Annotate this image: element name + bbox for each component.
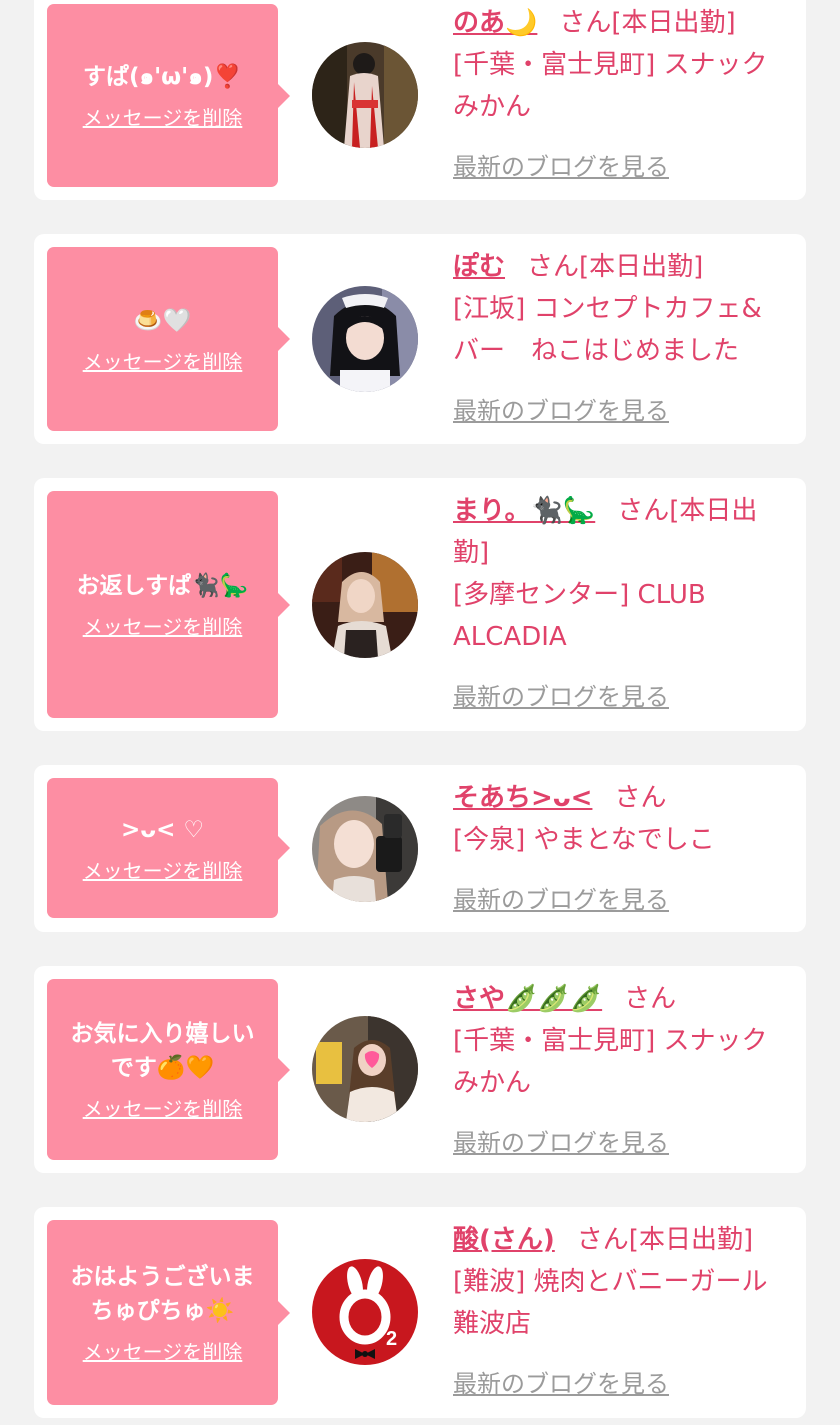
favorite-card: お返しすぱ🐈‍⬛🦕 メッセージを削除 まり。🐈‍⬛🦕 さん[本日出 勤] [多摩セ… [34, 478, 806, 731]
honorific: さん [624, 984, 677, 1014]
shop-line: [難波] 焼肉とバニーガール [453, 1267, 768, 1297]
shop-line: [多摩センター] CLUB [453, 580, 706, 610]
svg-text:2: 2 [386, 1328, 397, 1350]
latest-blog-link[interactable]: 最新のブログを見る [453, 1122, 669, 1164]
favorite-card: 🍮🤍 メッセージを削除 ぽむ さん[本日出勤] [江坂] コンセプトカフェ& バー… [34, 234, 806, 444]
delete-message-link[interactable]: メッセージを削除 [83, 611, 243, 640]
avatar[interactable] [312, 552, 418, 658]
honorific: さん [559, 8, 612, 38]
avatar-photo-kimono [312, 42, 418, 148]
shop-line: ALCADIA [453, 622, 567, 652]
message-bubble: すぱ(๑'ω'๑)❣️ メッセージを削除 [47, 4, 290, 187]
status-label: [本日出勤] [611, 8, 736, 38]
message-text: すぱ(๑'ω'๑)❣️ [83, 64, 242, 90]
status-label: [本日出勤] [579, 252, 704, 282]
delete-message-link[interactable]: メッセージを削除 [83, 1336, 243, 1365]
cast-name-link[interactable]: ぽむ [453, 252, 505, 282]
shop-line: みかん [453, 92, 532, 122]
latest-blog-link[interactable]: 最新のブログを見る [453, 879, 669, 921]
avatar-photo-maid [312, 286, 418, 392]
message-text: 🍮🤍 [133, 307, 192, 334]
honorific: さん [617, 496, 670, 526]
favorite-card: すぱ(๑'ω'๑)❣️ メッセージを削除 のあ🌙 さん[本日出勤] [千葉・富士見… [34, 0, 806, 200]
shop-line: [今泉] やまとなでしこ [453, 825, 715, 855]
favorite-card: おはようございま ちゅぴちゅ☀️ メッセージを削除 2 酸(さん) さん[本日出勤… [34, 1207, 806, 1418]
avatar-photo-mirror [312, 1016, 418, 1122]
cast-name-link[interactable]: さや🫛🫛🫛 [453, 984, 602, 1014]
shop-line: バー ねこはじめました [453, 336, 740, 366]
message-bubble: 🍮🤍 メッセージを削除 [47, 247, 290, 431]
avatar[interactable] [312, 796, 418, 902]
message-bubble: おはようございま ちゅぴちゅ☀️ メッセージを削除 [47, 1220, 290, 1405]
message-bubble: お返しすぱ🐈‍⬛🦕 メッセージを削除 [47, 491, 290, 718]
cast-name-link[interactable]: のあ🌙 [453, 8, 537, 38]
shop-line: 難波店 [453, 1309, 532, 1339]
cast-info: ぽむ さん[本日出勤] [江坂] コンセプトカフェ& バー ねこはじめました 最新… [453, 246, 793, 432]
delete-message-link[interactable]: メッセージを削除 [83, 102, 243, 131]
cast-name-link[interactable]: まり。🐈‍⬛🦕 [453, 496, 595, 526]
bunny-o2-logo-icon: 2 [312, 1259, 418, 1365]
avatar[interactable] [312, 286, 418, 392]
avatar[interactable]: 2 [312, 1259, 418, 1365]
latest-blog-link[interactable]: 最新のブログを見る [453, 146, 669, 188]
message-text: お気に入り嬉しい です🍊🧡 [70, 1021, 255, 1081]
cast-info: まり。🐈‍⬛🦕 さん[本日出 勤] [多摩センター] CLUB ALCADIA 最… [453, 490, 793, 718]
latest-blog-link[interactable]: 最新のブログを見る [453, 676, 669, 718]
message-bubble: お気に入り嬉しい です🍊🧡 メッセージを削除 [47, 979, 290, 1160]
shop-line: [江坂] コンセプトカフェ& [453, 294, 762, 324]
cast-name-link[interactable]: そあち>ᴗ< [453, 783, 592, 813]
delete-message-link[interactable]: メッセージを削除 [83, 346, 243, 375]
honorific: さん [614, 783, 667, 813]
cast-info: のあ🌙 さん[本日出勤] [千葉・富士見町] スナック みかん 最新のブログを見る [453, 2, 793, 188]
cast-name-link[interactable]: 酸(さん) [453, 1225, 555, 1255]
shop-line: [千葉・富士見町] スナック [453, 1026, 768, 1056]
message-text: お返しすぱ🐈‍⬛🦕 [76, 573, 249, 599]
shop-line: [千葉・富士見町] スナック [453, 50, 768, 80]
favorite-card: >ᴗ< ♡ メッセージを削除 そあち>ᴗ< さん [今泉] やまとなでしこ 最新の… [34, 765, 806, 932]
avatar[interactable] [312, 1016, 418, 1122]
status-label: [本日出勤] [628, 1225, 754, 1255]
latest-blog-link[interactable]: 最新のブログを見る [453, 1363, 669, 1405]
favorite-card: お気に入り嬉しい です🍊🧡 メッセージを削除 さや🫛🫛🫛 さん [千葉・富士見町]… [34, 966, 806, 1173]
message-text: >ᴗ< ♡ [121, 816, 204, 843]
cast-info: そあち>ᴗ< さん [今泉] やまとなでしこ 最新のブログを見る [453, 777, 793, 921]
honorific: さん [576, 1225, 629, 1255]
cast-info: 酸(さん) さん[本日出勤] [難波] 焼肉とバニーガール 難波店 最新のブログを… [453, 1219, 793, 1405]
latest-blog-link[interactable]: 最新のブログを見る [453, 390, 669, 432]
cast-info: さや🫛🫛🫛 さん [千葉・富士見町] スナック みかん 最新のブログを見る [453, 978, 793, 1164]
shop-line: みかん [453, 1068, 532, 1098]
avatar-photo-woman [312, 552, 418, 658]
delete-message-link[interactable]: メッセージを削除 [83, 855, 243, 884]
status-label: [本日出 [669, 496, 758, 526]
status-label-continued: 勤] [453, 538, 490, 568]
message-bubble: >ᴗ< ♡ メッセージを削除 [47, 778, 290, 918]
honorific: さん [527, 252, 580, 282]
avatar-photo-selfie [312, 796, 418, 902]
delete-message-link[interactable]: メッセージを削除 [83, 1093, 243, 1122]
message-text: おはようございま ちゅぴちゅ☀️ [70, 1264, 255, 1324]
avatar[interactable] [312, 42, 418, 148]
